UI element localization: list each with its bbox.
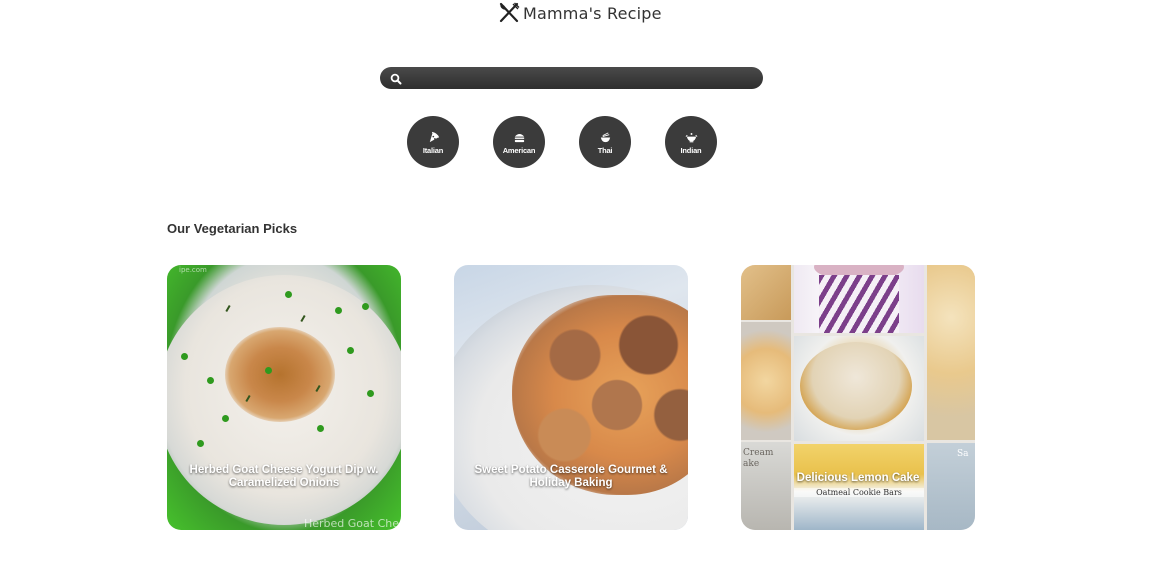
recipe-title: Herbed Goat Cheese Yogurt Dip w. Caramel… bbox=[189, 464, 379, 489]
collage-tile bbox=[741, 265, 791, 320]
caramelized-onion-topping bbox=[225, 327, 335, 422]
site-title: Mamma's Recipe bbox=[523, 3, 662, 23]
collage-text: Cream ake bbox=[743, 448, 774, 469]
recipe-title: Sweet Potato Casserole Gourmet & Holiday… bbox=[474, 464, 668, 489]
category-label: American bbox=[502, 146, 536, 155]
search-input[interactable] bbox=[408, 67, 752, 91]
category-label: Italian bbox=[422, 146, 444, 155]
collage-tile: Cream ake bbox=[741, 442, 791, 530]
image-watermark: ipe.com bbox=[179, 266, 207, 274]
collage-tile: Oatmeal Cookie Bars bbox=[794, 444, 924, 530]
chive bbox=[222, 415, 229, 422]
brand-header[interactable]: Mamma's Recipe bbox=[498, 2, 662, 24]
chive bbox=[285, 291, 292, 298]
category-label: Indian bbox=[680, 146, 702, 155]
search-bar[interactable] bbox=[380, 67, 763, 91]
collage-tile: Sa bbox=[927, 443, 975, 530]
chive bbox=[197, 440, 204, 447]
category-label: Thai bbox=[597, 146, 613, 155]
fork-knife-icon bbox=[498, 2, 520, 24]
search-icon[interactable] bbox=[390, 72, 402, 85]
collage-tile bbox=[741, 322, 791, 440]
chive bbox=[367, 390, 374, 397]
page: Mamma's Recipe Italian American Thai Ind… bbox=[0, 0, 1156, 571]
recipe-image: ipe.com Herbed Goat Che bbox=[167, 265, 401, 530]
section-title: Our Vegetarian Picks bbox=[167, 221, 298, 236]
category-italian-button[interactable]: Italian bbox=[407, 116, 459, 168]
category-thai-button[interactable]: Thai bbox=[579, 116, 631, 168]
chive bbox=[207, 377, 214, 384]
collage-text: Oatmeal Cookie Bars bbox=[794, 488, 924, 497]
burger-icon bbox=[514, 134, 524, 143]
lemon-cake bbox=[800, 342, 912, 430]
pizza-icon bbox=[429, 131, 439, 143]
recipe-card[interactable]: Cream ake Oatmeal Cookie Bars Sa Delicio… bbox=[741, 265, 975, 530]
image-watermark: Herbed Goat Che bbox=[303, 517, 399, 530]
collage-text: Sa bbox=[957, 449, 969, 459]
collage-tile bbox=[927, 265, 975, 440]
chive bbox=[362, 303, 369, 310]
category-indian-button[interactable]: Indian bbox=[665, 116, 717, 168]
recipe-card[interactable]: ipe.com Herbed Goat Che Herbed Goat Chee… bbox=[167, 265, 401, 530]
recipe-card[interactable]: Sweet Potato Casserole Gourmet & Holiday… bbox=[454, 265, 688, 530]
category-american-button[interactable]: American bbox=[493, 116, 545, 168]
chive bbox=[265, 367, 272, 374]
chive bbox=[335, 307, 342, 314]
recipe-image: Cream ake Oatmeal Cookie Bars Sa bbox=[741, 265, 975, 530]
collage-tile bbox=[794, 265, 924, 333]
recipe-title: Delicious Lemon Cake bbox=[796, 472, 920, 484]
chive bbox=[317, 425, 324, 432]
recipe-card-list: ipe.com Herbed Goat Che Herbed Goat Chee… bbox=[167, 265, 975, 530]
recipe-image bbox=[454, 265, 688, 530]
chive bbox=[347, 347, 354, 354]
category-list: Italian American Thai Indian bbox=[407, 116, 717, 168]
cupcake-wrapper bbox=[819, 275, 899, 333]
collage-tile bbox=[794, 336, 924, 441]
curry-bowl-icon bbox=[685, 133, 697, 143]
noodle-bowl-icon bbox=[600, 132, 610, 143]
chive bbox=[181, 353, 188, 360]
